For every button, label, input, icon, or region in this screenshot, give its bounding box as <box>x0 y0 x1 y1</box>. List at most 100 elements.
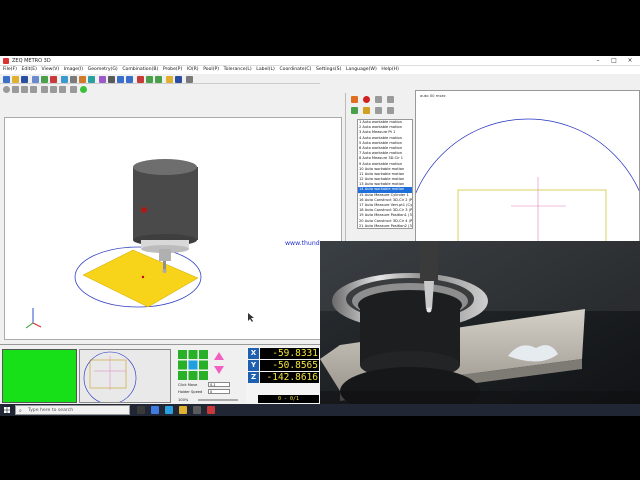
delete-icon[interactable] <box>137 75 144 83</box>
jog-down-left-icon[interactable] <box>178 371 187 380</box>
side-view-icon[interactable] <box>59 85 66 93</box>
probe-indicator-light <box>141 207 147 213</box>
menu-probe[interactable]: Probe(P) <box>163 66 182 74</box>
menu-image[interactable]: Image(I) <box>64 66 83 74</box>
step-list-item[interactable]: 14 Auto workable motion <box>358 187 412 193</box>
stop-icon[interactable] <box>50 75 57 83</box>
menu-label[interactable]: Label(L) <box>256 66 275 74</box>
zoom-out-icon[interactable] <box>126 75 133 83</box>
menu-io[interactable]: IO(R) <box>187 66 199 74</box>
grid-icon[interactable] <box>175 75 182 83</box>
holder-speed-input[interactable]: 0 <box>208 389 230 394</box>
dro-y-row: Y -50.8565 <box>248 360 319 371</box>
menu-settings[interactable]: Settings(S) <box>316 66 341 74</box>
step-list-item[interactable]: 21 Auto Measure Position2 (3D...) <box>358 224 412 228</box>
light-icon[interactable] <box>166 75 173 83</box>
probe-head-top <box>133 159 197 175</box>
report-icon[interactable] <box>99 75 106 83</box>
x-axis-indicator <box>32 322 42 328</box>
zoom-view-icon[interactable] <box>21 85 28 93</box>
probe-head-body <box>133 167 198 240</box>
task-view-icon[interactable] <box>137 406 145 414</box>
jog-center-icon[interactable] <box>188 360 198 370</box>
zoom-in-icon[interactable] <box>117 75 124 83</box>
fit-view-icon[interactable] <box>30 85 37 93</box>
z-value: -142.8616 <box>260 372 319 383</box>
probe-icon[interactable] <box>70 75 77 83</box>
menu-pool[interactable]: Pool(P) <box>203 66 219 74</box>
measure-icon[interactable] <box>79 75 86 83</box>
top-view-icon[interactable] <box>41 85 48 93</box>
title-bar: ZEQ METRO 3D – □ × <box>0 56 640 66</box>
step-list-item[interactable]: 20 Auto Construct 3D-Cir 4 (Pt...) <box>358 219 412 224</box>
tree-view-icon[interactable] <box>387 96 394 103</box>
menu-tolerance[interactable]: Tolerance(L) <box>224 66 252 74</box>
coordinate-icon[interactable] <box>88 75 95 83</box>
probe-stylus-mount <box>159 249 171 261</box>
step-list-item[interactable]: 19 Auto Measure Position1 (3D...) <box>358 213 412 218</box>
click-move-input[interactable]: 0.1 <box>208 382 230 387</box>
app-taskbar-icon[interactable] <box>193 406 201 414</box>
redo-icon[interactable] <box>155 75 162 83</box>
front-view-icon[interactable] <box>50 85 57 93</box>
close-button[interactable]: × <box>622 56 638 66</box>
rotate-view-icon[interactable] <box>3 85 10 93</box>
jog-right-icon[interactable] <box>199 360 208 370</box>
run-icon[interactable] <box>41 75 48 83</box>
zoom-slider[interactable] <box>198 399 238 401</box>
camera-icon[interactable] <box>61 75 68 83</box>
delete-step-icon[interactable] <box>387 107 394 114</box>
menu-view[interactable]: View(V) <box>42 66 60 74</box>
camera-caption: auto 00 msec <box>420 93 446 98</box>
menu-language[interactable]: Language(W) <box>346 66 377 74</box>
step-icon[interactable] <box>363 107 370 114</box>
windows-start-icon[interactable] <box>4 407 10 413</box>
edge-browser-icon[interactable] <box>151 406 159 414</box>
menu-coordinate[interactable]: Coordinate(C) <box>279 66 311 74</box>
jog-down-icon[interactable] <box>188 371 198 380</box>
machine-photo-image <box>320 241 640 416</box>
metro-app-icon[interactable] <box>207 406 215 414</box>
mini-camera-view[interactable] <box>79 349 171 405</box>
stop-program-icon[interactable] <box>363 96 370 103</box>
file-explorer-icon[interactable] <box>179 406 187 414</box>
undo-icon[interactable] <box>146 75 153 83</box>
print-icon[interactable] <box>32 75 39 83</box>
y-axis-indicator <box>25 322 34 329</box>
store-icon[interactable] <box>165 406 173 414</box>
menu-geometry[interactable]: Geometry(G) <box>88 66 118 74</box>
search-input[interactable]: Type here to search <box>28 408 73 413</box>
menu-edit[interactable]: Edit(E) <box>22 66 37 74</box>
z-down-arrow-icon[interactable] <box>214 366 224 374</box>
jog-up-left-icon[interactable] <box>178 350 187 359</box>
run-program-icon[interactable] <box>351 107 358 114</box>
go-icon[interactable] <box>80 85 87 93</box>
dro-x-row: X -59.8331 <box>248 348 319 359</box>
jog-left-icon[interactable] <box>178 360 187 370</box>
pause-icon[interactable] <box>351 96 358 103</box>
list-view-icon[interactable] <box>375 96 382 103</box>
taskbar-search[interactable]: ⌕ Type here to search <box>15 405 130 415</box>
menu-help[interactable]: Help(H) <box>381 66 399 74</box>
maximize-button[interactable]: □ <box>606 56 622 66</box>
pan-view-icon[interactable] <box>12 85 19 93</box>
menu-file[interactable]: File(F) <box>3 66 17 74</box>
jog-up-icon[interactable] <box>188 350 198 359</box>
menu-combination[interactable]: Combination(B) <box>122 66 158 74</box>
edit-step-icon[interactable] <box>375 107 382 114</box>
save-icon[interactable] <box>21 75 28 83</box>
jog-down-right-icon[interactable] <box>199 371 208 380</box>
step-list[interactable]: 1 Auto workable motion 2 Auto workable mo… <box>357 119 413 229</box>
tool-icon[interactable] <box>186 75 193 83</box>
3d-view[interactable]: www.thund <box>4 117 342 340</box>
view-toolbar <box>0 84 345 94</box>
settings-icon[interactable] <box>108 75 115 83</box>
jog-up-right-icon[interactable] <box>199 350 208 359</box>
new-file-icon[interactable] <box>3 75 10 83</box>
open-folder-icon[interactable] <box>12 75 19 83</box>
iso-view-icon[interactable] <box>70 85 77 93</box>
minimize-button[interactable]: – <box>590 56 606 66</box>
z-jog-arrows[interactable] <box>214 352 224 376</box>
jog-pad[interactable] <box>178 350 208 380</box>
z-up-arrow-icon[interactable] <box>214 352 224 360</box>
